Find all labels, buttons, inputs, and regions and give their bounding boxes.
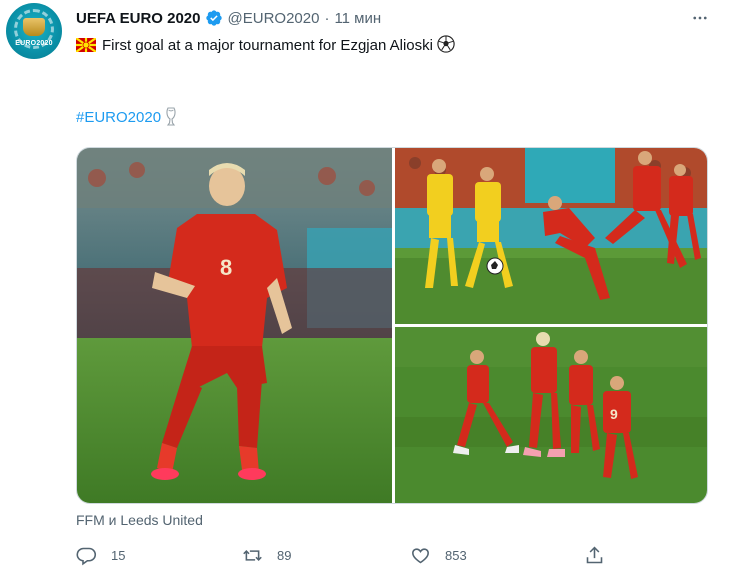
hashtag-link-row: #EURO2020 [76,107,177,127]
retweet-icon [243,549,262,561]
tweet[interactable]: EURO2020 UEFA EURO 2020 @EURO2020 · 11 м… [0,0,730,573]
verified-badge-icon [205,9,223,27]
tweet-header: UEFA EURO 2020 @EURO2020 · 11 мин [76,8,381,28]
avatar[interactable]: EURO2020 [6,3,62,59]
heart-icon [412,547,429,563]
media-caption[interactable]: FFM и Leeds United [76,512,203,528]
media-grid: 8 9 [76,147,708,504]
like-count: 853 [445,547,467,563]
svg-text:9: 9 [610,406,618,422]
separator-dot: · [324,9,330,27]
timestamp[interactable]: 11 мин [334,10,381,27]
retweet-button[interactable]: 89 [242,543,291,567]
reply-button[interactable]: 15 [76,543,125,567]
like-button[interactable]: 853 [410,543,467,567]
north-macedonia-flag-icon [75,36,97,53]
soccer-ball-icon [437,35,455,53]
display-name[interactable]: UEFA EURO 2020 [76,10,201,27]
trophy-icon [165,107,177,127]
reply-icon [76,547,97,565]
svg-text:8: 8 [220,255,232,280]
photo-goal-shot[interactable] [395,148,707,324]
share-button[interactable] [584,543,619,567]
hashtag-link[interactable]: #EURO2020 [76,109,161,126]
handle[interactable]: @EURO2020 [228,10,320,27]
retweet-count: 89 [277,547,292,563]
avatar-logo-text: EURO2020 [15,39,53,47]
share-icon [586,546,603,563]
photo-player-celebration[interactable]: 8 [77,148,392,503]
tweet-text: First goal at a major tournament for Ezg… [75,34,496,58]
tweet-actions: 15 89 853 [76,543,616,567]
photo-team-celebration[interactable]: 9 [395,327,707,503]
more-icon[interactable] [690,8,710,28]
tweet-body-text: First goal at a major tournament for Ezg… [102,37,433,54]
reply-count: 15 [111,547,126,563]
